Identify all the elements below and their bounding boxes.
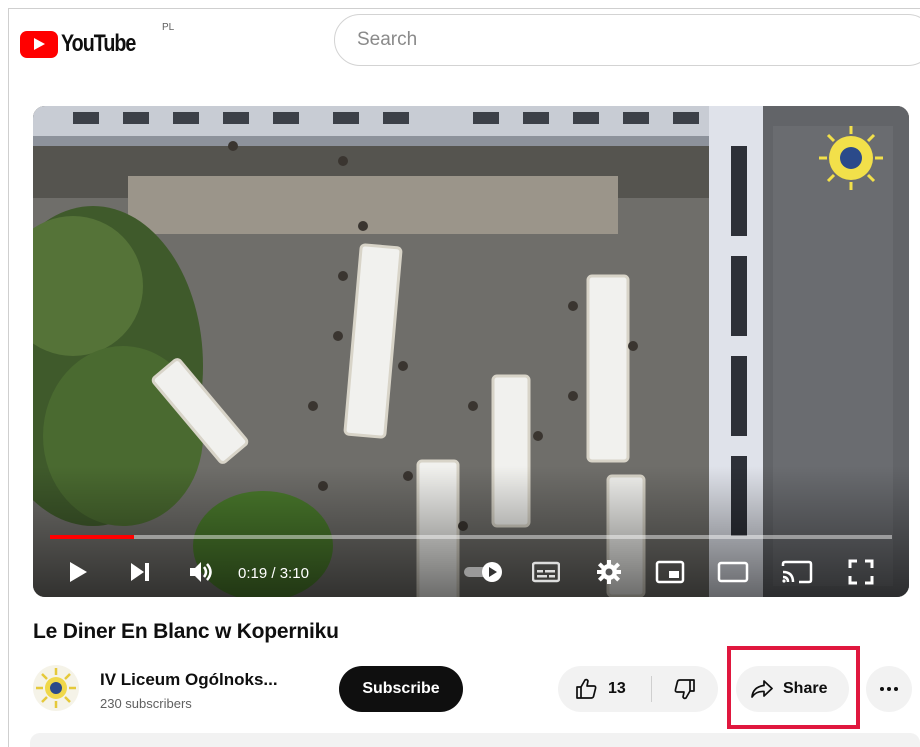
settings-icon[interactable] [593,558,625,586]
subtitles-icon[interactable] [529,558,563,586]
video-title: Le Diner En Blanc w Koperniku [33,620,339,643]
more-horizontal-icon [880,687,898,691]
youtube-logo[interactable]: YouTube PL [20,22,174,58]
video-player[interactable]: 0:19 / 3:10 [33,106,909,597]
cast-icon[interactable] [779,558,815,586]
time-current: 0:19 [238,565,268,582]
player-controls: 0:19 / 3:10 [33,546,909,596]
description-box-edge [30,733,920,747]
theater-mode-icon[interactable] [715,558,751,586]
country-code: PL [162,22,175,33]
like-dislike-group: 13 [558,666,718,712]
dislike-button[interactable] [652,666,718,712]
like-button[interactable]: 13 [558,666,652,712]
time-display: 0:19 / 3:10 [238,565,309,582]
time-total: 3:10 [279,565,309,582]
thumbs-down-icon [674,679,695,700]
channel-avatar[interactable] [33,665,79,711]
progress-bar[interactable] [50,535,892,539]
share-button[interactable]: Share [736,666,849,712]
next-icon[interactable] [125,558,155,586]
autoplay-toggle[interactable] [461,558,507,586]
progress-played [50,535,135,539]
video-frame-aerial-courtyard [33,106,909,597]
channel-name[interactable]: IV Liceum Ogólnoks... [100,670,278,690]
like-count: 13 [608,680,626,697]
time-separator: / [267,565,280,582]
subscribe-button[interactable]: Subscribe [339,666,463,712]
share-label: Share [783,680,828,697]
volume-icon[interactable] [185,558,219,586]
more-actions-button[interactable] [866,666,912,712]
share-arrow-icon [751,680,773,698]
play-icon[interactable] [63,558,93,586]
subscriber-count: 230 subscribers [100,696,192,711]
logo-text: YouTube [61,30,136,57]
school-sun-logo-icon [36,668,76,708]
miniplayer-icon[interactable] [653,558,687,586]
thumbs-up-icon [576,678,597,699]
youtube-play-logo-icon [20,30,58,58]
fullscreen-icon[interactable] [845,558,877,586]
search-box[interactable] [334,14,920,66]
search-input[interactable] [357,29,920,51]
